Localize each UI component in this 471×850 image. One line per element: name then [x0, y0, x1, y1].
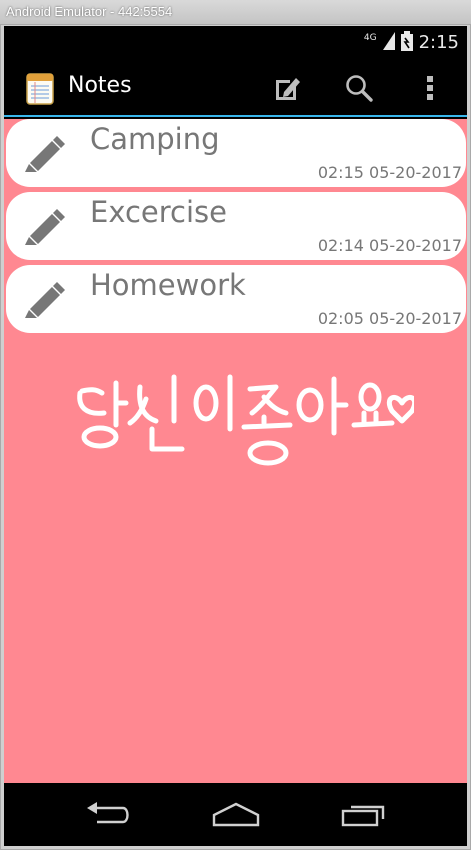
note-title: Camping [90, 122, 220, 156]
recent-apps-icon[interactable] [334, 797, 394, 831]
device-screen: 4G 2:15 Notes Camping 02:15 05-20-2017 E… [4, 26, 467, 846]
status-clock: 2:15 [418, 32, 459, 53]
pencil-icon [22, 133, 66, 173]
compose-icon[interactable] [270, 71, 304, 105]
pencil-icon [22, 279, 66, 319]
note-date: 02:14 05-20-2017 [317, 236, 462, 255]
note-date: 02:15 05-20-2017 [317, 163, 462, 182]
back-icon[interactable] [78, 797, 138, 831]
navigation-bar [4, 783, 467, 846]
notepad-app-icon[interactable] [26, 71, 54, 105]
note-item-camping[interactable]: Camping 02:15 05-20-2017 [6, 119, 466, 187]
action-bar: Notes [4, 59, 467, 117]
emulator-title-bar: Android Emulator - 442:5554 [0, 0, 471, 24]
note-title: Excercise [90, 195, 227, 229]
status-bar: 4G 2:15 [4, 26, 467, 59]
home-icon[interactable] [206, 797, 266, 831]
note-item-excercise[interactable]: Excercise 02:14 05-20-2017 [6, 192, 466, 260]
note-date: 02:05 05-20-2017 [317, 309, 462, 328]
battery-icon [400, 30, 413, 55]
pencil-icon [22, 206, 66, 246]
notes-list: Camping 02:15 05-20-2017 Excercise 02:14… [4, 119, 467, 783]
overflow-menu-icon[interactable] [413, 71, 447, 105]
signal-icon [382, 31, 395, 54]
note-item-homework[interactable]: Homework 02:05 05-20-2017 [6, 265, 466, 333]
handwriting-decoration [77, 374, 414, 466]
emulator-title: Android Emulator - 442:5554 [6, 4, 173, 19]
search-icon[interactable] [342, 71, 376, 105]
note-title: Homework [90, 268, 246, 302]
app-title: Notes [68, 73, 132, 98]
network-type: 4G [363, 32, 377, 43]
